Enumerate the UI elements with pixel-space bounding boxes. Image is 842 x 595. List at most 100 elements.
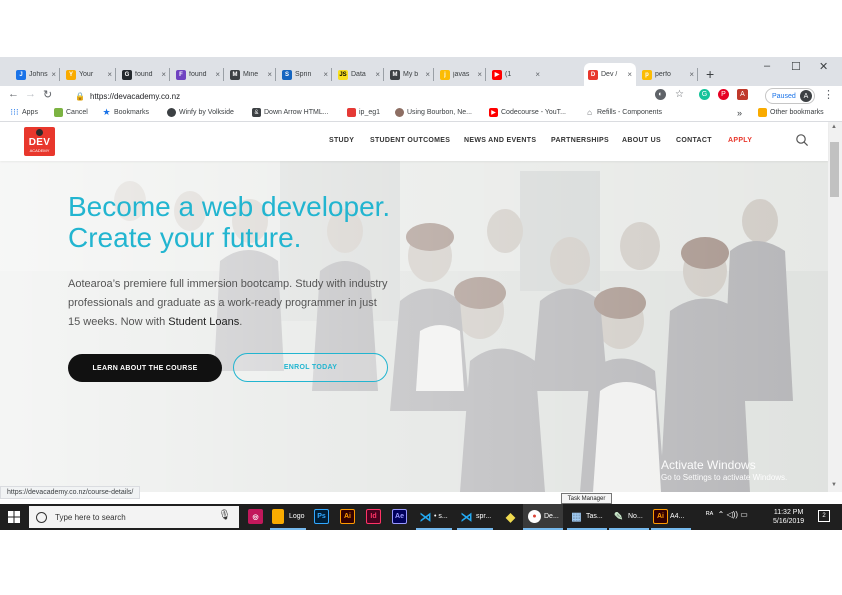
scroll-thumb[interactable]: [830, 142, 839, 197]
bookmark-cancel[interactable]: Cancel: [54, 108, 88, 117]
folder-icon[interactable]: [272, 509, 284, 524]
tab-close-icon[interactable]: ×: [627, 70, 632, 79]
taskbar-label-logo[interactable]: Logo: [289, 513, 305, 520]
minimize-icon[interactable]: –: [764, 60, 770, 72]
learn-about-course-button[interactable]: LEARN ABOUT THE COURSE: [68, 354, 222, 382]
tab-separator: [331, 68, 332, 81]
notepad-icon[interactable]: ✎: [611, 509, 626, 524]
microphone-icon[interactable]: 🎙: [218, 510, 231, 521]
illustrator-icon[interactable]: Ai: [340, 509, 355, 524]
browser-tab[interactable]: M My b ×: [386, 63, 434, 86]
logo-subtext: ACADEMY: [29, 148, 50, 153]
pinterest-icon[interactable]: P: [718, 89, 729, 100]
nav-study[interactable]: STUDY: [329, 137, 354, 144]
bookmark-ip-eg1[interactable]: ip_eg1: [347, 108, 380, 117]
tab-close-icon[interactable]: ×: [51, 70, 56, 79]
bookmark-winfy[interactable]: Winfy by Volkside: [167, 108, 234, 117]
bookmarks-overflow[interactable]: »: [737, 108, 742, 118]
task-manager-icon[interactable]: ▦: [569, 509, 584, 524]
taskbar-label-vscode-2[interactable]: spr...: [476, 513, 491, 520]
tab-close-icon[interactable]: ×: [425, 70, 430, 79]
address-bar[interactable]: 🔒 https://devacademy.co.nz: [75, 88, 690, 104]
tab-close-icon[interactable]: ×: [477, 70, 482, 79]
tab-close-icon[interactable]: ×: [323, 70, 328, 79]
taskbar-search-box[interactable]: Type here to search 🎙: [29, 506, 239, 528]
browser-tab[interactable]: Gfound ×: [118, 63, 170, 86]
page-scrollbar[interactable]: ▲ ▼: [828, 122, 842, 492]
windows-start-icon[interactable]: [8, 511, 20, 523]
student-loans-link[interactable]: Student Loans: [168, 316, 239, 328]
bookmark-apps[interactable]: ⁝⁝⁝ Apps: [10, 107, 38, 117]
sourcetree-icon[interactable]: ◆: [503, 509, 518, 524]
browser-tab[interactable]: ▶ (1 ×: [488, 63, 544, 86]
extension-icon[interactable]: ◐: [655, 89, 666, 100]
tab-close-icon[interactable]: ×: [535, 70, 540, 79]
tab-close-icon[interactable]: ×: [215, 70, 220, 79]
browser-tab[interactable]: Ffound ×: [172, 63, 224, 86]
tab-title: My b: [403, 71, 419, 78]
bookmark-star-icon[interactable]: ☆: [674, 89, 685, 100]
browser-tab[interactable]: D Dev / ×: [584, 63, 636, 86]
illustrator-icon[interactable]: Ai: [653, 509, 668, 524]
close-window-icon[interactable]: ✕: [819, 60, 828, 73]
dev-academy-logo[interactable]: DEV ACADEMY: [24, 127, 55, 156]
indesign-icon[interactable]: Id: [366, 509, 381, 524]
system-tray-icons[interactable]: ᴿᴬ ⌃ ◁)) ▭: [706, 510, 748, 519]
taskbar-clock[interactable]: 11:32 PM 5/16/2019: [773, 508, 804, 526]
grammarly-icon[interactable]: G: [699, 89, 710, 100]
tab-close-icon[interactable]: ×: [689, 70, 694, 79]
scroll-down-icon[interactable]: ▼: [831, 482, 837, 488]
bookmark-bookmarks[interactable]: ★ Bookmarks: [102, 107, 149, 117]
nav-contact[interactable]: CONTACT: [676, 137, 712, 144]
bookmark-down-arrow[interactable]: & Down Arrow HTML...: [252, 108, 329, 117]
menu-icon[interactable]: ⋮: [823, 88, 834, 101]
vscode-icon[interactable]: ⋊: [459, 509, 474, 524]
new-tab-icon[interactable]: +: [706, 66, 714, 82]
vscode-icon[interactable]: ⋊: [418, 509, 433, 524]
bookmark-refills[interactable]: ⌂ Refills - Components: [585, 108, 662, 117]
tab-favicon-icon: S: [282, 69, 292, 80]
enrol-today-button[interactable]: ENROL TODAY: [233, 353, 388, 382]
reload-icon[interactable]: ↻: [43, 88, 52, 101]
tab-title: Dev /: [601, 71, 618, 78]
nav-apply[interactable]: APPLY: [728, 137, 752, 144]
chrome-icon[interactable]: ●: [528, 510, 541, 523]
bookmark-other[interactable]: Other bookmarks: [758, 108, 824, 117]
pdf-extension-icon[interactable]: A: [737, 89, 748, 100]
browser-tab[interactable]: J Johns ×: [12, 63, 60, 86]
taskbar-label-chrome[interactable]: De...: [544, 513, 559, 520]
browser-tab[interactable]: JS Data ×: [334, 63, 384, 86]
profile-button[interactable]: Paused A: [765, 88, 815, 104]
clock-date: 5/16/2019: [773, 518, 805, 525]
tab-close-icon[interactable]: ×: [267, 70, 272, 79]
forward-icon[interactable]: →: [25, 88, 36, 100]
taskbar-label-task-manager[interactable]: Tas...: [586, 513, 603, 520]
back-icon[interactable]: ←: [8, 88, 19, 100]
nav-news-and-events[interactable]: NEWS AND EVENTS: [464, 137, 536, 144]
nav-about-us[interactable]: ABOUT US: [622, 137, 661, 144]
taskbar-label-vscode-1[interactable]: • s...: [434, 513, 448, 520]
notification-center-icon[interactable]: 2: [818, 510, 830, 522]
browser-tab[interactable]: M Mine ×: [226, 63, 276, 86]
nav-student-outcomes[interactable]: STUDENT OUTCOMES: [370, 137, 450, 144]
tab-close-icon[interactable]: ×: [161, 70, 166, 79]
browser-tab[interactable]: j javas ×: [436, 63, 486, 86]
bookmark-codecourse[interactable]: ▶ Codecourse - YouT...: [489, 108, 566, 117]
activate-subtitle: Go to Settings to activate Windows.: [661, 473, 788, 482]
browser-tab[interactable]: Y Your ×: [62, 63, 116, 86]
app-icon[interactable]: ◎: [248, 509, 263, 524]
browser-tab[interactable]: S Sprin ×: [278, 63, 332, 86]
photoshop-icon[interactable]: Ps: [314, 509, 329, 524]
tab-close-icon[interactable]: ×: [375, 70, 380, 79]
maximize-icon[interactable]: ☐: [791, 60, 801, 73]
scroll-up-icon[interactable]: ▲: [831, 124, 837, 130]
taskbar-label-notepad[interactable]: No...: [628, 513, 643, 520]
browser-tab[interactable]: p perfo ×: [638, 63, 698, 86]
tab-close-icon[interactable]: ×: [107, 70, 112, 79]
bookmark-bourbon[interactable]: Using Bourbon, Ne...: [395, 108, 472, 117]
lock-icon: 🔒: [75, 91, 85, 101]
search-icon[interactable]: [795, 133, 809, 147]
taskbar-label-illustrator[interactable]: A4...: [670, 513, 684, 520]
after-effects-icon[interactable]: Ae: [392, 509, 407, 524]
nav-partnerships[interactable]: PARTNERSHIPS: [551, 137, 609, 144]
